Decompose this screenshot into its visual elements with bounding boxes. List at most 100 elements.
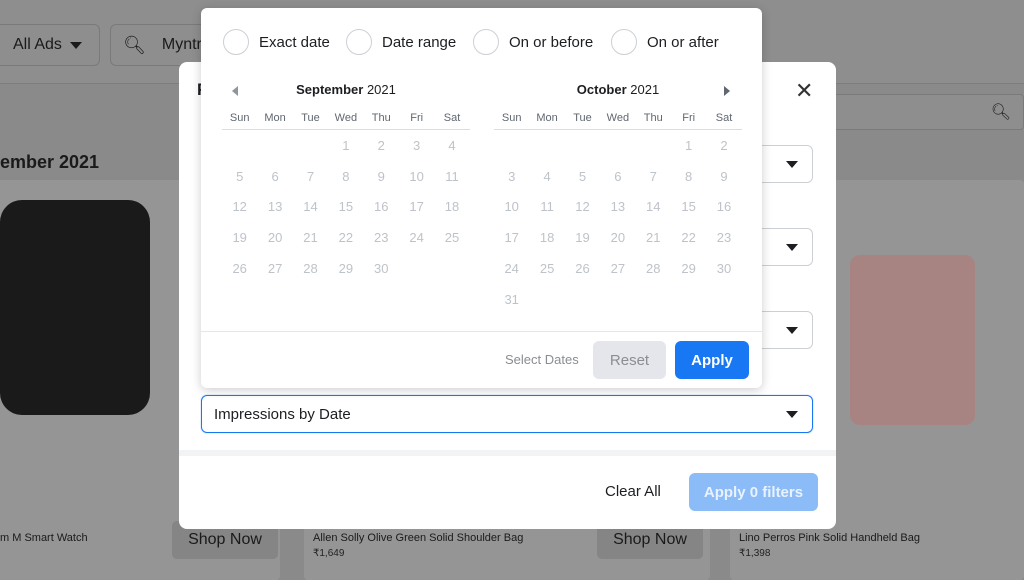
day-cell[interactable]: 22 (328, 230, 363, 245)
reset-button[interactable]: Reset (593, 341, 666, 379)
product-title[interactable]: Lino Perros Pink Solid Handheld Bag (739, 532, 920, 544)
day-cell[interactable]: 25 (529, 261, 564, 276)
radio-circle[interactable] (611, 29, 637, 55)
day-cell[interactable]: 31 (494, 292, 529, 307)
day-cell[interactable]: 15 (328, 199, 363, 214)
weekday-label: Thu (371, 112, 391, 124)
apply-button[interactable]: Apply (675, 341, 749, 379)
radio-exact-date[interactable]: Exact date (223, 29, 330, 55)
day-cell[interactable]: 30 (364, 261, 399, 276)
apply-filters-button[interactable]: Apply 0 filters (689, 473, 818, 511)
day-cell[interactable]: 1 (671, 138, 706, 153)
day-cell[interactable]: 7 (293, 169, 328, 184)
product-title[interactable]: Allen Solly Olive Green Solid Shoulder B… (313, 532, 523, 544)
day-cell[interactable]: 5 (222, 169, 257, 184)
day-cell[interactable]: 12 (565, 199, 600, 214)
date-picker-popover: Exact date Date range On or before On or… (201, 8, 762, 388)
day-cell[interactable]: 18 (434, 199, 469, 214)
section-title: ember 2021 (0, 152, 100, 172)
impressions-by-date-dropdown[interactable]: Impressions by Date (201, 395, 813, 433)
day-cell[interactable]: 17 (494, 230, 529, 245)
day-cell[interactable]: 16 (706, 199, 741, 214)
day-cell[interactable]: 10 (494, 199, 529, 214)
day-cell[interactable]: 21 (293, 230, 328, 245)
handbag-image (850, 255, 975, 425)
day-cell[interactable]: 14 (293, 199, 328, 214)
day-cell[interactable]: 2 (364, 138, 399, 153)
day-cell[interactable]: 20 (600, 230, 635, 245)
radio-label: Date range (382, 33, 457, 51)
radio-circle[interactable] (223, 29, 249, 55)
day-cell[interactable]: 30 (706, 261, 741, 276)
day-cell[interactable]: 18 (529, 230, 564, 245)
day-cell[interactable]: 27 (257, 261, 292, 276)
day-cell[interactable]: 9 (364, 169, 399, 184)
radio-date-range[interactable]: Date range (346, 29, 456, 55)
day-cell[interactable]: 11 (529, 199, 564, 214)
day-cell[interactable]: 6 (257, 169, 292, 184)
clear-all-button[interactable]: Clear All (605, 483, 661, 500)
divider (179, 450, 836, 456)
week-row: 19 20 21 22 23 24 25 (222, 222, 470, 253)
day-cell[interactable]: 25 (434, 230, 469, 245)
day-cell[interactable]: 14 (636, 199, 671, 214)
day-cell[interactable]: 1 (328, 138, 363, 153)
day-cell[interactable]: 5 (565, 169, 600, 184)
close-icon[interactable]: ✕ (795, 78, 813, 104)
day-cell[interactable]: 6 (600, 169, 635, 184)
month-header: October 2021 (576, 82, 660, 97)
weekday-row: Sun Mon Tue Wed Thu Fri Sat (222, 108, 470, 130)
day-cell[interactable]: 24 (494, 261, 529, 276)
day-cell[interactable]: 12 (222, 199, 257, 214)
day-cell[interactable]: 13 (600, 199, 635, 214)
day-cell[interactable]: 28 (636, 261, 671, 276)
day-cell[interactable]: 3 (494, 169, 529, 184)
day-cell[interactable]: 10 (399, 169, 434, 184)
day-cell[interactable]: 29 (328, 261, 363, 276)
day-cell[interactable]: 8 (328, 169, 363, 184)
day-cell[interactable]: 2 (706, 138, 741, 153)
day-cell[interactable]: 20 (257, 230, 292, 245)
day-cell[interactable]: 4 (434, 138, 469, 153)
day-cell[interactable]: 16 (364, 199, 399, 214)
week-row: 12 (494, 130, 742, 161)
day-cell[interactable]: 26 (222, 261, 257, 276)
radio-circle[interactable] (346, 29, 372, 55)
day-cell[interactable]: 11 (434, 169, 469, 184)
day-cell[interactable]: 3 (399, 138, 434, 153)
weekday-label: Wed (334, 112, 358, 124)
search-icon: 🔍︎ (123, 34, 146, 55)
calendar-september: September 2021 Sun Mon Tue Wed Thu Fri Sat 1 2 3 4 5… (222, 82, 470, 284)
week-row: 24 25 26 27 28 29 30 (494, 253, 742, 284)
week-row: 12 13 14 15 16 17 18 (222, 192, 470, 223)
day-cell[interactable]: 27 (600, 261, 635, 276)
day-cell[interactable]: 23 (706, 230, 741, 245)
day-cell[interactable]: 23 (364, 230, 399, 245)
day-cell[interactable]: 21 (636, 230, 671, 245)
weekday-label: Mon (264, 112, 286, 124)
dropdown-value: Impressions by Date (214, 406, 351, 423)
day-cell[interactable]: 7 (636, 169, 671, 184)
product-search-input[interactable]: 🔍︎ (830, 94, 1024, 130)
day-cell[interactable]: 22 (671, 230, 706, 245)
day-cell[interactable]: 15 (671, 199, 706, 214)
day-cell[interactable]: 4 (529, 169, 564, 184)
day-cell[interactable]: 19 (222, 230, 257, 245)
week-row: 1234 (222, 130, 470, 161)
day-cell[interactable]: 26 (565, 261, 600, 276)
radio-label: On or before (509, 33, 594, 51)
radio-on-or-before[interactable]: On or before (473, 29, 593, 55)
smartwatch-image (0, 200, 150, 415)
day-cell[interactable]: 19 (565, 230, 600, 245)
radio-circle[interactable] (473, 29, 499, 55)
ads-filter-dropdown[interactable]: All Ads (0, 24, 100, 66)
day-cell[interactable]: 17 (399, 199, 434, 214)
radio-on-or-after[interactable]: On or after (611, 29, 719, 55)
day-cell[interactable]: 8 (671, 169, 706, 184)
day-cell[interactable]: 28 (293, 261, 328, 276)
day-cell[interactable]: 24 (399, 230, 434, 245)
day-cell[interactable]: 13 (257, 199, 292, 214)
product-title[interactable]: m M Smart Watch (0, 532, 88, 544)
day-cell[interactable]: 29 (671, 261, 706, 276)
day-cell[interactable]: 9 (706, 169, 741, 184)
